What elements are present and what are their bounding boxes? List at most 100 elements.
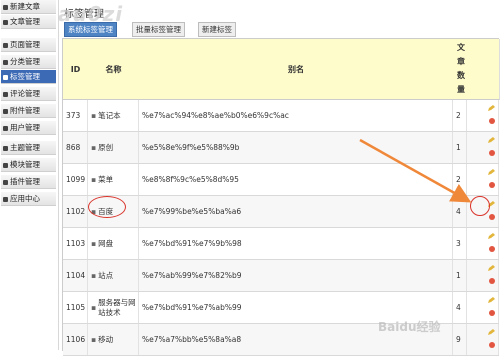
row-actions [467, 260, 499, 291]
delete-icon[interactable] [489, 342, 495, 348]
sidebar-item-new-article[interactable]: 新建文章 [1, 0, 56, 14]
bullet-icon: ▪ [91, 271, 97, 280]
tag-alias: %e5%8e%9f%e5%88%9b [139, 132, 453, 163]
tab-system-tags[interactable]: 系统标签管理 [64, 22, 117, 37]
tag-id: 1102 [63, 196, 88, 227]
sidebar-item-label: 新建文章 [10, 2, 40, 11]
edit-icon[interactable] [488, 201, 495, 207]
sidebar-item-label: 分类管理 [10, 57, 40, 66]
tags-table: ID 名称 别名 文章数量 373 ▪ 笔记本 %e7%ac%94%e8%ae%b… [62, 38, 500, 356]
sidebar-item-attachments[interactable]: 附件管理 [1, 104, 56, 118]
table-row: 373 ▪ 笔记本 %e7%ac%94%e8%ae%b0%e6%9c%ac 2 [63, 100, 499, 132]
edit-icon[interactable] [488, 137, 495, 143]
sidebar-item-label: 附件管理 [10, 106, 40, 115]
tab-new-tag[interactable]: 新建标签 [198, 22, 236, 37]
column-header-name: 名称 [88, 39, 140, 100]
edit-icon[interactable] [488, 265, 495, 271]
tag-count: 2 [453, 164, 467, 195]
app-center-icon [3, 196, 8, 202]
sidebar-item-plugins[interactable]: 插件管理 [1, 175, 56, 189]
delete-icon[interactable] [489, 278, 495, 284]
delete-icon[interactable] [489, 246, 495, 252]
sidebar-item-users[interactable]: 用户管理 [1, 121, 56, 135]
column-header-id: ID [63, 39, 89, 100]
tag-name-text[interactable]: 网盘 [98, 238, 113, 249]
delete-icon[interactable] [489, 310, 495, 316]
row-actions [467, 228, 499, 259]
sidebar-item-categories[interactable]: 分类管理 [1, 55, 56, 69]
tag-name: ▪ 原创 [88, 132, 139, 163]
row-actions [467, 100, 499, 131]
bullet-icon: ▪ [91, 302, 97, 312]
tag-name: ▪ 站点 [88, 260, 139, 291]
sidebar-item-label: 页面管理 [10, 40, 40, 49]
tag-id: 1103 [63, 228, 88, 259]
tag-id: 1106 [63, 324, 88, 355]
tag-name: ▪ 笔记本 [88, 100, 139, 131]
folder-icon [3, 59, 8, 65]
delete-icon[interactable] [489, 150, 495, 156]
tag-id: 1099 [63, 164, 88, 195]
sidebar-item-themes[interactable]: 主题管理 [1, 141, 56, 155]
delete-icon[interactable] [489, 214, 495, 220]
tag-name-text[interactable]: 原创 [98, 142, 113, 153]
tag-alias: %e7%99%be%e5%ba%a6 [139, 196, 453, 227]
footer-watermark: Baidu经验 [378, 320, 441, 334]
row-actions [467, 132, 499, 163]
delete-icon[interactable] [489, 118, 495, 124]
tag-count: 9 [453, 324, 467, 355]
tag-id: 373 [63, 100, 88, 131]
tag-name-text[interactable]: 笔记本 [98, 110, 121, 121]
sidebar-item-comments[interactable]: 评论管理 [1, 87, 56, 101]
edit-icon[interactable] [488, 329, 495, 335]
tag-count: 4 [453, 292, 467, 323]
sidebar-item-label: 应用中心 [10, 194, 40, 203]
tag-name-text[interactable]: 站点 [98, 270, 113, 281]
bullet-icon: ▪ [91, 111, 97, 120]
sidebar-item-articles[interactable]: 文章管理 [1, 15, 56, 29]
tag-name-text[interactable]: 移动 [98, 334, 113, 345]
tag-name-text[interactable]: 服务器与网站技术 [98, 298, 138, 318]
tag-name: ▪ 菜单 [88, 164, 139, 195]
tag-alias: %e8%8f%9c%e5%8d%95 [139, 164, 453, 195]
row-actions [467, 324, 499, 355]
bullet-icon: ▪ [91, 239, 97, 248]
delete-icon[interactable] [489, 182, 495, 188]
comment-icon [3, 91, 8, 97]
edit-icon[interactable] [488, 105, 495, 111]
sidebar-item-label: 评论管理 [10, 89, 40, 98]
articles-icon [3, 19, 8, 25]
sidebar-item-label: 文章管理 [10, 17, 40, 26]
column-header-actions [467, 39, 500, 100]
tag-alias: %e7%ab%99%e7%82%b9 [139, 260, 453, 291]
edit-icon[interactable] [488, 297, 495, 303]
user-icon [3, 125, 8, 131]
tag-count: 1 [453, 132, 467, 163]
tag-id: 1104 [63, 260, 88, 291]
sidebar-item-modules[interactable]: 模块管理 [1, 158, 56, 172]
sidebar: 新建文章 文章管理 页面管理 分类管理 标签管理 评论管理 附件管理 用户管理 … [0, 0, 59, 350]
sidebar-item-tags[interactable]: 标签管理 [1, 70, 56, 84]
edit-icon[interactable] [488, 233, 495, 239]
tab-batch-tags[interactable]: 批量标签管理 [132, 22, 185, 37]
pages-icon [3, 42, 8, 48]
table-row: 1103 ▪ 网盘 %e7%bd%91%e7%9b%98 3 [63, 228, 499, 260]
tag-alias: %e7%bd%91%e7%9b%98 [139, 228, 453, 259]
edit-icon[interactable] [488, 169, 495, 175]
row-actions [467, 292, 499, 323]
module-icon [3, 162, 8, 168]
tag-id: 1105 [63, 292, 88, 323]
sidebar-item-label: 插件管理 [10, 177, 40, 186]
tag-id: 868 [63, 132, 88, 163]
bullet-icon: ▪ [91, 143, 97, 152]
tag-name-text[interactable]: 百度 [98, 206, 113, 217]
sidebar-item-pages[interactable]: 页面管理 [1, 38, 56, 52]
tag-name: ▪ 百度 [88, 196, 139, 227]
tag-name-text[interactable]: 菜单 [98, 174, 113, 185]
tag-alias: %e7%ac%94%e8%ae%b0%e6%9c%ac [139, 100, 453, 131]
sidebar-item-app-center[interactable]: 应用中心 [1, 192, 56, 206]
tag-count: 3 [453, 228, 467, 259]
table-row: 1102 ▪ 百度 %e7%99%be%e5%ba%a6 4 [63, 196, 499, 228]
tag-count: 1 [453, 260, 467, 291]
sidebar-item-label: 主题管理 [10, 143, 40, 152]
